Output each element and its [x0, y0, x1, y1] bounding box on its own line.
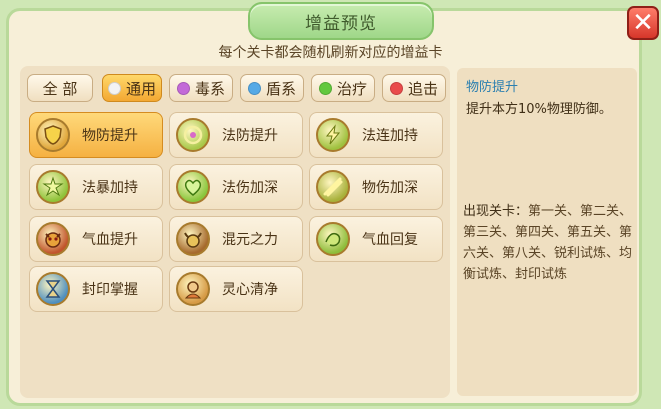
buff-card[interactable]: 物防提升	[29, 112, 163, 158]
appear-label: 出现关卡：	[463, 204, 529, 219]
tab-dot-icon	[107, 81, 121, 95]
shield-icon	[36, 118, 70, 152]
heart-icon	[176, 170, 210, 204]
buff-card-label: 法连加持	[362, 128, 418, 144]
tab-0[interactable]: 全 部	[27, 74, 93, 102]
buff-card-label: 物伤加深	[362, 180, 418, 196]
hourglass-icon	[36, 272, 70, 306]
tab-4[interactable]: 治疗	[311, 74, 375, 102]
buff-card-label: 法防提升	[222, 128, 278, 144]
dragon-icon	[316, 222, 350, 256]
buff-card[interactable]: 灵心清净	[169, 266, 303, 312]
buff-card[interactable]: 法暴加持	[29, 164, 163, 210]
buff-card[interactable]: 混元之力	[169, 216, 303, 262]
buff-card-label: 混元之力	[222, 232, 278, 248]
detail-appear-stages: 出现关卡：第一关、第二关、第三关、第四关、第五关、第六关、第八关、锐利试炼、均衡…	[463, 201, 633, 285]
detail-name: 物防提升	[466, 80, 519, 95]
close-button[interactable]: ✕	[627, 6, 659, 40]
buff-card-label: 气血回复	[362, 232, 418, 248]
demon-mask-icon	[36, 222, 70, 256]
bull-head-icon	[176, 222, 210, 256]
window-title-tab: 增益预览	[248, 2, 434, 40]
buff-card-label: 气血提升	[82, 232, 138, 248]
tab-label: 通用	[125, 79, 156, 98]
lightning-icon	[316, 118, 350, 152]
buff-card[interactable]: 物伤加深	[309, 164, 443, 210]
tab-label: 治疗	[336, 79, 367, 98]
buff-card-label: 灵心清净	[222, 282, 278, 298]
buff-card-label: 法暴加持	[82, 180, 138, 196]
close-icon: ✕	[632, 8, 654, 38]
tab-dot-icon	[318, 81, 332, 95]
detail-description: 提升本方10%物理防御。	[466, 102, 612, 117]
tab-5[interactable]: 追击	[382, 74, 446, 102]
tab-label: 全 部	[42, 79, 78, 98]
tab-label: 盾系	[265, 79, 296, 98]
burst-icon	[36, 170, 70, 204]
tab-1[interactable]: 通用	[102, 74, 162, 102]
buff-card[interactable]: 法伤加深	[169, 164, 303, 210]
tab-dot-icon	[176, 81, 190, 95]
buff-card[interactable]: 气血提升	[29, 216, 163, 262]
slash-icon	[316, 170, 350, 204]
buff-card-label: 物防提升	[82, 128, 138, 144]
swirl-icon	[176, 118, 210, 152]
subtitle: 每个关卡都会随机刷新对应的增益卡	[218, 45, 443, 61]
tab-label: 毒系	[194, 79, 225, 98]
tab-3[interactable]: 盾系	[240, 74, 304, 102]
buff-card[interactable]: 封印掌握	[29, 266, 163, 312]
tab-2[interactable]: 毒系	[169, 74, 233, 102]
buff-card-label: 法伤加深	[222, 180, 278, 196]
window-title: 增益预览	[305, 13, 377, 34]
tab-dot-icon	[389, 81, 403, 95]
tab-label: 追击	[407, 79, 438, 98]
buff-card-label: 封印掌握	[82, 282, 138, 298]
tab-dot-icon	[247, 81, 261, 95]
monk-icon	[176, 272, 210, 306]
buff-card[interactable]: 气血回复	[309, 216, 443, 262]
buff-card[interactable]: 法连加持	[309, 112, 443, 158]
buff-card[interactable]: 法防提升	[169, 112, 303, 158]
